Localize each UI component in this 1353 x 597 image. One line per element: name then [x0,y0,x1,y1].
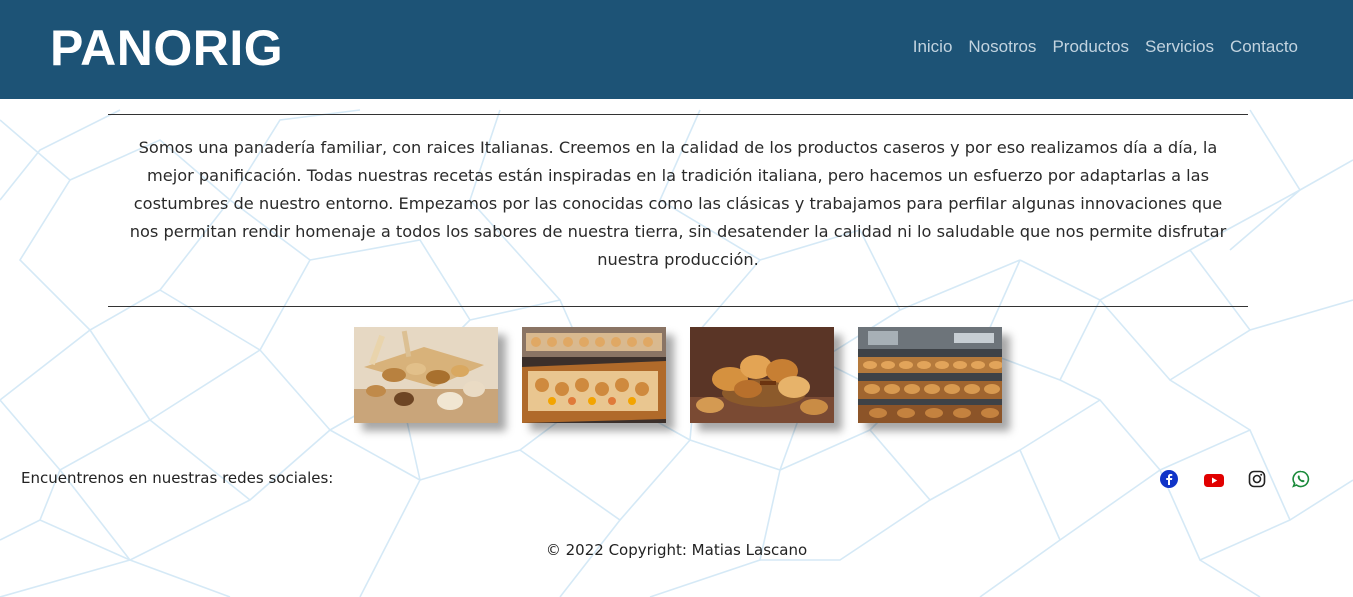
instagram-icon [1248,470,1266,488]
intro-paragraph: Somos una panadería familiar, con raices… [129,138,1227,269]
instagram-link[interactable] [1248,468,1270,489]
pastry-display-photo [522,327,666,423]
site-logo[interactable]: PANORIG [50,18,283,78]
youtube-icon [1204,474,1224,487]
copyright-text: © 2022 Copyright: Matias Lascano [545,541,808,559]
facebook-link[interactable] [1160,468,1182,489]
whatsapp-icon [1292,470,1310,488]
nav-link-productos[interactable]: Productos [1052,36,1129,58]
facebook-icon [1160,470,1178,488]
social-links [1160,468,1314,489]
bakery-shelves-photo [858,327,1002,423]
whatsapp-link[interactable] [1292,468,1314,489]
croissant-basket-photo [690,327,834,423]
main-nav: Inicio Nosotros Productos Servicios Cont… [913,36,1298,58]
nav-link-contacto[interactable]: Contacto [1230,36,1298,58]
product-gallery [354,327,1002,423]
nav-link-nosotros[interactable]: Nosotros [968,36,1036,58]
bottom-divider [108,306,1248,307]
nav-link-servicios[interactable]: Servicios [1145,36,1214,58]
youtube-link[interactable] [1204,468,1226,489]
top-divider [108,114,1248,115]
bread-assortment-photo [354,327,498,423]
nav-link-inicio[interactable]: Inicio [913,36,953,58]
social-label: Encuentrenos en nuestras redes sociales: [21,469,334,487]
site-header: PANORIG Inicio Nosotros Productos Servic… [0,0,1353,99]
